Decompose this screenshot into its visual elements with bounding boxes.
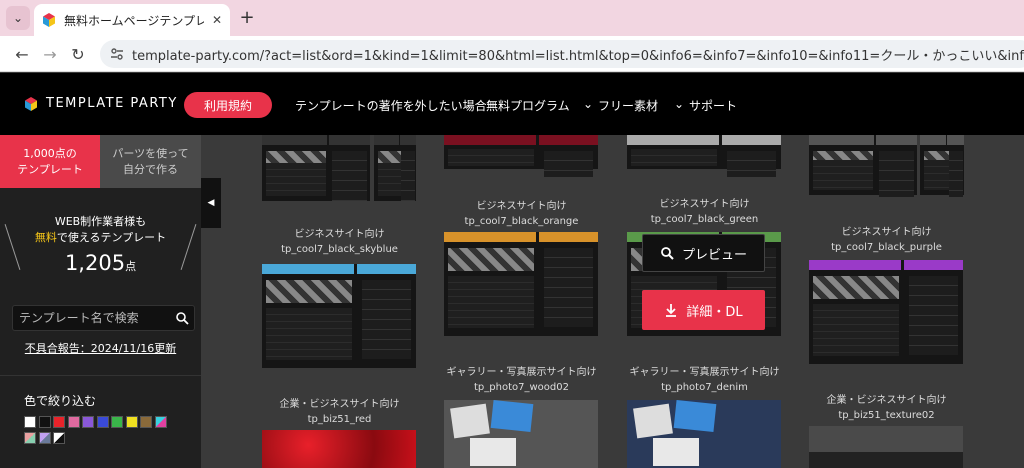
nav-free-materials[interactable]: フリー素材 — [598, 97, 658, 114]
tab-title: 無料ホームページテンプレート（全14 — [64, 13, 204, 28]
logo-cube-icon — [25, 96, 37, 111]
color-swatch[interactable] — [24, 416, 36, 428]
search-icon[interactable] — [170, 306, 194, 330]
color-swatch[interactable] — [53, 432, 65, 444]
promo-highlight: 無料 — [34, 231, 57, 244]
template-name: tp_cool7_black_orange — [464, 216, 579, 227]
template-thumbnail[interactable] — [262, 430, 416, 468]
template-thumbnail-partial[interactable] — [444, 135, 598, 177]
chevron-down-icon[interactable]: ⌄ — [674, 97, 684, 111]
logo-text: TEMPLATE PARTY — [46, 96, 178, 111]
template-thumbnail[interactable] — [809, 426, 963, 468]
bug-report-link[interactable]: 不具合報告：2024/11/16更新 — [0, 340, 201, 356]
terms-button[interactable]: 利用規約 — [184, 92, 272, 118]
template-name: tp_cool7_black_purple — [831, 242, 942, 253]
template-thumbnail-partial[interactable] — [374, 135, 416, 202]
site-info-icon[interactable] — [110, 47, 124, 61]
template-thumbnail-partial[interactable] — [262, 135, 370, 202]
site-header: TEMPLATE PARTY 利用規約 テンプレートの著作を外したい場合 無料プ… — [0, 73, 1024, 135]
template-thumbnail[interactable] — [444, 232, 598, 336]
template-name: tp_cool7_black_skyblue — [281, 244, 398, 255]
template-thumbnail[interactable] — [809, 260, 963, 364]
search-icon — [661, 247, 674, 260]
template-name: tp_photo7_wood02 — [474, 382, 569, 393]
nav-free-programs[interactable]: 無料プログラム — [486, 97, 570, 114]
template-name: tp_biz51_red — [307, 414, 372, 425]
color-swatch[interactable] — [24, 432, 36, 444]
browser-tab-bar: ⌄ 無料ホームページテンプレート（全14 ✕ + — [0, 0, 1024, 36]
tab-templates[interactable]: 1,000点の テンプレート — [0, 135, 100, 188]
color-swatch[interactable] — [53, 416, 65, 428]
template-thumbnail[interactable] — [627, 399, 781, 468]
template-search — [12, 305, 195, 331]
template-name: tp_cool7_black_green — [650, 214, 759, 225]
template-thumbnail-partial[interactable] — [627, 135, 781, 177]
template-category: ギャラリー・写真展示サイト向け — [629, 367, 780, 378]
template-category: ビジネスサイト向け — [659, 199, 750, 210]
reload-icon[interactable]: ↻ — [68, 44, 88, 64]
new-tab-button[interactable]: + — [236, 6, 258, 28]
back-icon[interactable]: ← — [12, 44, 32, 64]
template-category: ビジネスサイト向け — [476, 201, 567, 212]
template-category: ビジネスサイト向け — [294, 229, 385, 240]
sidebar: 1,000点の テンプレート パーツを使って 自分で作る WEB制作業者様も 無… — [0, 135, 201, 468]
tab-templates-line2: テンプレート — [17, 162, 83, 176]
color-swatch[interactable] — [38, 432, 51, 444]
color-filter-title: 色で絞り込む — [24, 394, 97, 408]
tab-parts-line1: パーツを使って — [112, 146, 189, 160]
promo-line1: WEB制作業者様も — [54, 215, 147, 228]
color-swatch[interactable] — [154, 416, 167, 428]
site-logo[interactable]: TEMPLATE PARTY — [24, 96, 178, 111]
template-thumbnail-partial[interactable] — [920, 135, 964, 197]
tab-search-button[interactable]: ⌄ — [6, 6, 30, 30]
template-category: 企業・ビジネスサイト向け — [826, 395, 947, 406]
chevron-down-icon[interactable]: ⌄ — [583, 97, 593, 111]
detail-download-button[interactable]: 詳細・DL — [642, 290, 765, 330]
template-name: tp_photo7_denim — [661, 382, 748, 393]
browser-tab[interactable]: 無料ホームページテンプレート（全14 ✕ — [34, 4, 230, 36]
template-thumbnail[interactable] — [444, 399, 598, 468]
template-category: ギャラリー・写真展示サイト向け — [446, 367, 597, 378]
template-category: ビジネスサイト向け — [841, 227, 932, 238]
count-number: 1,205 — [64, 251, 126, 275]
promo-line2-rest: で使えるテンプレート — [56, 231, 167, 244]
color-swatch[interactable] — [125, 416, 138, 428]
color-swatch[interactable] — [38, 416, 51, 428]
color-swatch[interactable] — [140, 416, 152, 428]
tab-parts[interactable]: パーツを使って 自分で作る — [100, 135, 201, 188]
address-bar[interactable]: template-party.com/?act=list&ord=1&kind=… — [100, 40, 1024, 68]
template-thumbnail-partial[interactable] — [809, 135, 917, 197]
sidebar-collapse-button[interactable]: ◀ — [201, 178, 221, 228]
template-name: tp_biz51_texture02 — [838, 410, 935, 421]
preview-label: プレビュー — [681, 247, 747, 263]
sidebar-divider — [0, 375, 201, 376]
template-category: 企業・ビジネスサイト向け — [279, 399, 400, 410]
nav-support[interactable]: サポート — [689, 97, 737, 114]
nav-copyright-removal[interactable]: テンプレートの著作を外したい場合 — [295, 97, 487, 114]
browser-toolbar: ← → ↻ template-party.com/?act=list&ord=1… — [0, 36, 1024, 72]
color-swatch[interactable] — [82, 416, 94, 428]
color-swatch[interactable] — [111, 416, 123, 428]
site-favicon-icon — [43, 13, 55, 27]
color-swatch[interactable] — [67, 416, 80, 428]
url-text: template-party.com/?act=list&ord=1&kind=… — [132, 48, 1024, 64]
color-swatch[interactable] — [96, 416, 109, 428]
count-unit: 点 — [125, 260, 137, 273]
close-tab-icon[interactable]: ✕ — [212, 13, 222, 27]
detail-label: 詳細・DL — [686, 304, 743, 320]
template-count: 1,205点 — [10, 251, 191, 275]
tab-parts-line2: 自分で作る — [123, 162, 178, 176]
promo-line2: 無料で使えるテンプレート — [10, 229, 191, 245]
promo-block: WEB制作業者様も 無料で使えるテンプレート 1,205点 — [4, 213, 197, 285]
tab-templates-line1: 1,000点の — [23, 146, 77, 160]
search-input[interactable] — [13, 306, 171, 330]
template-thumbnail[interactable] — [262, 264, 416, 368]
preview-button[interactable]: プレビュー — [642, 234, 765, 272]
forward-icon[interactable]: → — [40, 44, 60, 64]
download-icon — [666, 304, 677, 317]
